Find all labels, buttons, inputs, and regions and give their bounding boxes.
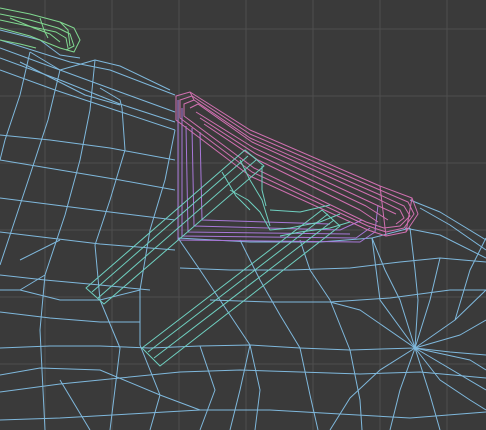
- 3d-viewport[interactable]: [0, 0, 486, 430]
- wireframe-scene[interactable]: [0, 0, 486, 430]
